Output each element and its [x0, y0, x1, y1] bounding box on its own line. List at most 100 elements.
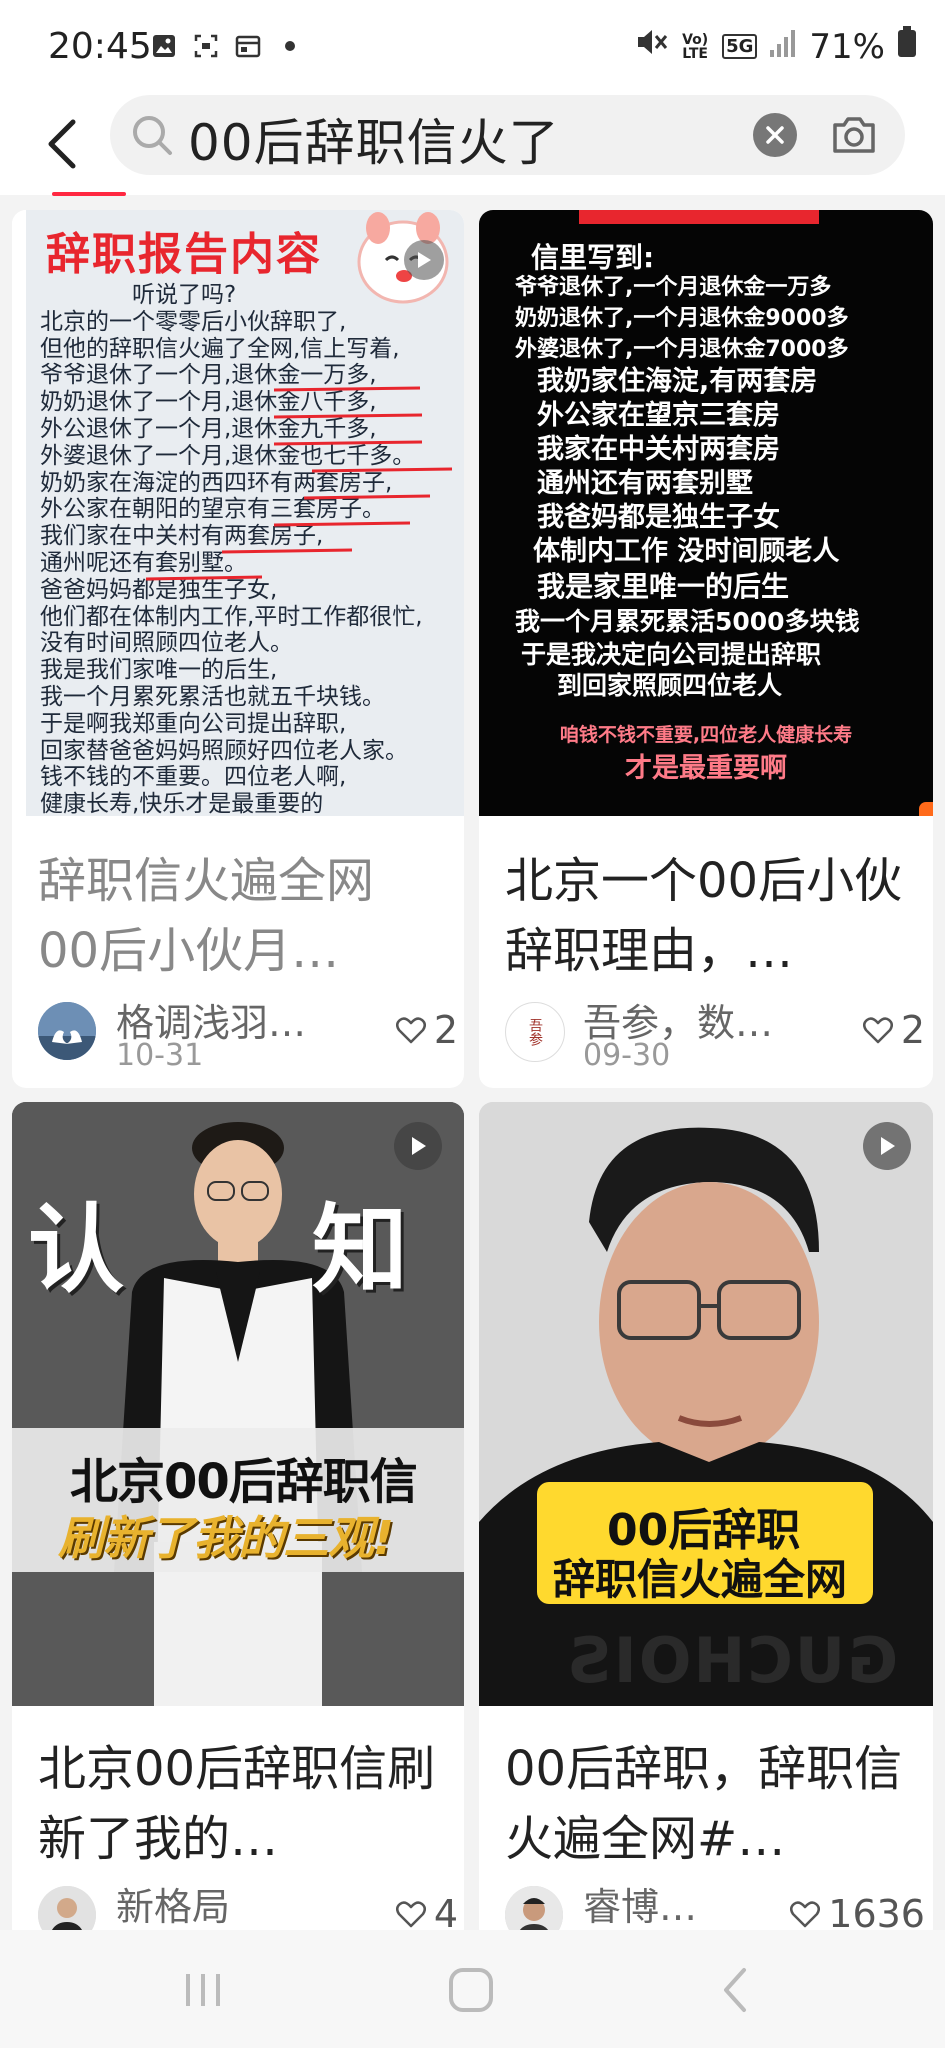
- clear-icon: [766, 126, 784, 144]
- avatar[interactable]: [38, 1002, 96, 1060]
- play-badge: [394, 1122, 442, 1170]
- result-card[interactable]: 00后辞职 辞职信火遍全网 GUCHOIS 00后辞职，辞职信火遍全网#… 睿博…: [479, 1102, 933, 1930]
- person-avatar-icon: [38, 1886, 96, 1930]
- battery-percent: 71%: [809, 26, 885, 67]
- post-date: 10-31: [116, 1038, 204, 1073]
- avatar[interactable]: [38, 1886, 96, 1930]
- thumbnail-red-lines: 咱钱不钱不重要,四位老人健康长寿才是最重要啊: [479, 720, 933, 788]
- thumbnail-text-lines: 爷爷退休了,一个月退休金一万多 奶奶退休了,一个月退休金9000多 外婆退休了,一个…: [497, 272, 927, 701]
- screenshot-icon: [192, 32, 220, 60]
- thumbnail-text-line: 我爸妈都是独生子女: [537, 502, 780, 533]
- volte-label: Vo) LTE: [682, 31, 709, 62]
- like-count: 4: [433, 1892, 458, 1930]
- heart-icon: [395, 1901, 426, 1928]
- search-icon: [133, 116, 172, 155]
- thumbnail-text-line: 我是家里唯一的后生: [537, 570, 790, 603]
- like-count: 2: [433, 1008, 458, 1052]
- notification-icons: [150, 32, 304, 60]
- battery-icon: [897, 26, 917, 67]
- tab-indicator: [52, 192, 126, 196]
- home-icon: [449, 1968, 493, 2012]
- signal-icon: [769, 27, 797, 67]
- result-card[interactable]: 认 知 北京00后辞职信 刷新了我的三观! 北京00后辞职信刷新了我的… 新格局…: [12, 1102, 464, 1930]
- mute-icon: [634, 26, 668, 67]
- card-title[interactable]: 北京00后辞职信刷新了我的…: [38, 1734, 438, 1874]
- like-count: 2: [900, 1008, 925, 1052]
- thumbnail-text-line: 我一个月累死累活5000多块钱: [515, 607, 860, 636]
- recent-apps-icon: [186, 1974, 220, 2006]
- thumbnail-text-line: 奶奶退休了,一个月退休金9000多: [515, 306, 849, 331]
- thumbnail-banner-line2: 辞职信火遍全网: [553, 1555, 848, 1604]
- network-label: 5G: [722, 34, 758, 59]
- gallery-icon: [150, 32, 178, 60]
- author-row: 吾参 吾参，数… 09-30 2: [505, 992, 925, 1073]
- thumbnail-text-line: 爷爷退休了,一个月退休金一万多: [515, 275, 832, 300]
- thumbnail-big-right: 知: [312, 1193, 408, 1306]
- author-row: 新格局 4: [38, 1876, 458, 1930]
- card-thumbnail: 认 知 北京00后辞职信 刷新了我的三观!: [12, 1102, 464, 1706]
- thumbnail-text-line: 体制内工作 没时间顾老人: [533, 536, 840, 567]
- status-bar: 20:45 Vo) LTE 5G 71%: [0, 0, 945, 95]
- like-button[interactable]: 4: [395, 1892, 458, 1930]
- card-title[interactable]: 辞职信火遍全网 00后小伙月…: [38, 846, 438, 986]
- author-name[interactable]: 睿博…: [583, 1876, 697, 1930]
- results-feed[interactable]: 辞职报告内容 听说了吗? 北京的一个零零后小伙辞职了, 但他的辞职信火遍了全网,信上…: [0, 200, 945, 1930]
- thumbnail-text-line: 我家在中关村两套房: [537, 434, 780, 465]
- thumbnail-red-line: 才是最重要啊: [625, 753, 787, 784]
- person-figure: [479, 1102, 933, 1706]
- search-input[interactable]: 00后辞职信火了: [188, 103, 560, 175]
- search-results-page: 20:45 Vo) LTE 5G 71% 00后辞职信火了 辞职报告内容 听说了…: [0, 0, 945, 2048]
- thumbnail-shirt-text: GUCHOIS: [565, 1624, 899, 1697]
- person-avatar-icon: [505, 1886, 563, 1930]
- recent-apps-button[interactable]: [168, 1960, 238, 2020]
- card-title[interactable]: 北京一个00后小伙辞职理由，…: [505, 846, 905, 986]
- play-icon: [412, 1137, 426, 1155]
- play-badge: [863, 1122, 911, 1170]
- status-right: Vo) LTE 5G 71%: [634, 26, 917, 67]
- avatar-text: 吾参: [527, 1018, 543, 1046]
- like-button[interactable]: 1636: [790, 1892, 925, 1930]
- author-name[interactable]: 新格局: [116, 1876, 230, 1930]
- avatar[interactable]: [505, 1886, 563, 1930]
- play-icon: [881, 1137, 895, 1155]
- post-date: 09-30: [583, 1038, 671, 1073]
- like-count: 1636: [828, 1892, 925, 1930]
- thumbnail-text-line: 于是我决定向公司提出辞职: [521, 640, 822, 669]
- home-button[interactable]: [436, 1960, 506, 2020]
- thumbnail-big-left: 认: [28, 1193, 124, 1306]
- like-button[interactable]: 2: [862, 1008, 925, 1052]
- thumbnail-text-line: 外公家在望京三套房: [537, 400, 780, 431]
- status-time: 20:45: [48, 26, 152, 67]
- thumbnail-text-line: 我奶家住海淀,有两套房: [537, 366, 818, 397]
- like-button[interactable]: 2: [395, 1008, 458, 1052]
- camera-icon[interactable]: [831, 113, 877, 157]
- author-row: 睿博… 1636: [505, 1876, 925, 1930]
- thumbnail-text-line: 通州还有两套别墅: [537, 468, 753, 499]
- back-nav-icon: [724, 1968, 746, 2012]
- card-title[interactable]: 00后辞职，辞职信火遍全网#…: [505, 1734, 905, 1874]
- card-thumbnail: 00后辞职 辞职信火遍全网 GUCHOIS: [479, 1102, 933, 1706]
- avatar[interactable]: 吾参: [505, 1002, 565, 1062]
- card-thumbnail: 信里写到: 爷爷退休了,一个月退休金一万多 奶奶退休了,一个月退休金9000多 外婆…: [479, 210, 933, 816]
- card-thumbnail: 辞职报告内容 听说了吗? 北京的一个零零后小伙辞职了, 但他的辞职信火遍了全网,信上…: [12, 210, 464, 816]
- system-nav-bar: [0, 1930, 945, 2048]
- thumbnail-red-line: 咱钱不钱不重要,四位老人健康长寿: [559, 724, 853, 746]
- back-button[interactable]: [32, 111, 92, 177]
- back-arrow-icon: [48, 119, 76, 169]
- dot-icon: [276, 32, 304, 60]
- calendar-icon: [234, 32, 262, 60]
- search-header: 00后辞职信火了: [0, 95, 945, 195]
- red-underlines: [145, 386, 453, 581]
- back-nav-button[interactable]: [700, 1960, 770, 2020]
- heart-icon: [790, 1901, 821, 1928]
- thumbnail-text-line: 外婆退休了,一个月退休金7000多: [515, 337, 849, 362]
- search-box[interactable]: 00后辞职信火了: [110, 95, 905, 175]
- thumbnail-banner-line2: 刷新了我的三观!: [58, 1511, 394, 1565]
- heart-icon: [395, 1017, 426, 1044]
- clear-button[interactable]: [753, 113, 797, 157]
- result-card[interactable]: 信里写到: 爷爷退休了,一个月退休金一万多 奶奶退休了,一个月退休金9000多 外婆…: [479, 210, 933, 1088]
- thumbnail-text-line: 到回家照顾四位老人: [557, 671, 783, 700]
- heart-icon: [862, 1017, 893, 1044]
- result-card[interactable]: 辞职报告内容 听说了吗? 北京的一个零零后小伙辞职了, 但他的辞职信火遍了全网,信上…: [12, 210, 464, 1088]
- swan-avatar-icon: [38, 1002, 96, 1060]
